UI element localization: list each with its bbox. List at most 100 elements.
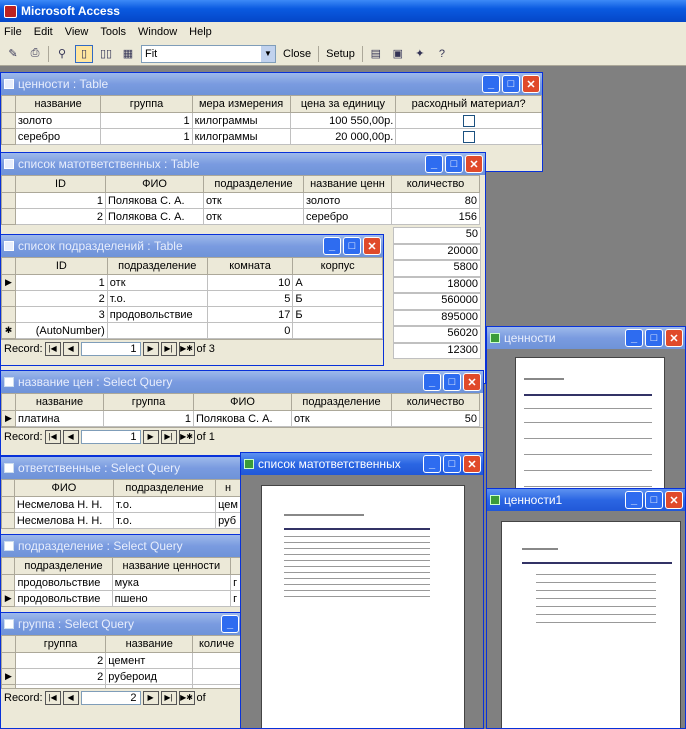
cell[interactable]: 1 — [15, 192, 106, 209]
cell[interactable]: серебро — [14, 128, 102, 145]
menu-help[interactable]: Help — [189, 26, 212, 38]
row-selector[interactable] — [1, 290, 16, 307]
one-page-icon[interactable]: ▯ — [75, 44, 93, 63]
cell[interactable]: продовольствие — [14, 590, 113, 607]
cell[interactable]: килограммы — [191, 112, 291, 129]
current-row-icon[interactable]: ▶ — [1, 274, 16, 291]
cell[interactable]: 2 — [14, 668, 107, 685]
print-icon[interactable]: ⎙ — [26, 45, 44, 63]
cell[interactable]: 1 — [103, 410, 194, 427]
cell[interactable]: 56020 — [393, 326, 481, 343]
window-title-bar[interactable]: подразделение : Select Query — [1, 535, 241, 557]
current-row-icon[interactable]: ▶ — [1, 590, 16, 607]
cell[interactable]: серебро — [303, 208, 392, 225]
close-icon[interactable]: ✕ — [363, 237, 381, 255]
column-header[interactable]: расходный материал? — [395, 95, 542, 113]
column-header[interactable]: ID — [14, 257, 108, 275]
report-page-preview[interactable] — [261, 485, 465, 728]
setup-button[interactable]: Setup — [323, 48, 358, 60]
column-header[interactable]: количество — [391, 175, 480, 193]
cell[interactable]: золото — [14, 112, 102, 129]
cell[interactable]: золото — [303, 192, 392, 209]
cell[interactable]: 18000 — [393, 276, 481, 293]
cell[interactable]: А — [292, 274, 383, 291]
row-selector[interactable] — [1, 393, 16, 411]
close-icon[interactable]: ✕ — [665, 329, 683, 347]
cell[interactable]: 17 — [206, 306, 294, 323]
row-selector[interactable] — [1, 95, 16, 113]
cell[interactable]: 1 — [100, 128, 193, 145]
row-selector[interactable] — [1, 257, 16, 275]
cell[interactable]: отк — [291, 410, 392, 427]
column-header[interactable]: ID — [15, 175, 106, 193]
column-header[interactable]: название — [14, 95, 102, 113]
cell[interactable]: Б — [292, 306, 383, 323]
row-selector[interactable] — [1, 635, 16, 653]
close-icon[interactable]: ✕ — [522, 75, 540, 93]
cell[interactable]: 2 — [14, 290, 108, 307]
window-title-bar[interactable]: группа : Select Query _ — [1, 613, 241, 635]
cell[interactable]: 20000 — [393, 243, 481, 260]
new-record-nav-icon[interactable]: ▶✱ — [178, 690, 195, 705]
column-header[interactable]: подразделение — [106, 257, 208, 275]
cell[interactable]: Полякова С. А. — [193, 410, 292, 427]
menu-tools[interactable]: Tools — [100, 26, 126, 38]
close-icon[interactable]: ✕ — [463, 455, 481, 473]
minimize-icon[interactable]: _ — [423, 373, 441, 391]
current-row-icon[interactable]: ▶ — [1, 410, 16, 427]
column-header[interactable]: название ценности — [111, 557, 232, 575]
column-header[interactable]: название — [105, 635, 194, 653]
cell[interactable]: Б — [292, 290, 383, 307]
design-view-icon[interactable]: ✎ — [4, 45, 22, 63]
close-button[interactable]: Close — [280, 48, 314, 60]
maximize-icon[interactable]: □ — [645, 491, 663, 509]
cell[interactable] — [106, 322, 208, 339]
column-header[interactable]: группа — [100, 95, 193, 113]
close-icon[interactable]: ✕ — [465, 155, 483, 173]
help-icon[interactable]: ? — [433, 45, 451, 63]
row-selector[interactable] — [1, 112, 16, 129]
cell[interactable]: Полякова С. А. — [105, 192, 204, 209]
cell[interactable]: Несмелова Н. Н. — [13, 496, 114, 513]
column-header[interactable]: корпус — [292, 257, 383, 275]
row-selector[interactable] — [1, 208, 16, 225]
column-header[interactable]: количество — [391, 393, 480, 411]
maximize-icon[interactable]: □ — [343, 237, 361, 255]
record-number-input[interactable]: 2 — [80, 690, 141, 705]
row-selector[interactable] — [1, 652, 16, 669]
cell[interactable]: 0 — [206, 322, 294, 339]
zoom-select[interactable]: Fit ▼ — [141, 44, 276, 63]
cell[interactable]: 5800 — [393, 260, 481, 277]
column-header[interactable]: подразделение — [14, 557, 113, 575]
cell[interactable]: 80 — [391, 192, 480, 209]
cell[interactable]: цем — [215, 496, 241, 513]
window-title-bar[interactable]: список матответственных : Table _ □ ✕ — [1, 153, 485, 175]
row-selector[interactable] — [1, 128, 16, 145]
cell[interactable] — [292, 322, 383, 339]
cell[interactable]: 50 — [391, 410, 480, 427]
cell[interactable]: Несмелова Н. Н. — [13, 512, 114, 529]
menu-view[interactable]: View — [65, 26, 89, 38]
column-header[interactable]: мера измерения — [191, 95, 291, 113]
office-links-icon[interactable]: ▤ — [367, 45, 385, 63]
column-header[interactable]: группа — [103, 393, 194, 411]
column-header[interactable]: название — [15, 393, 104, 411]
maximize-icon[interactable]: □ — [443, 373, 461, 391]
maximize-icon[interactable]: □ — [445, 155, 463, 173]
cell[interactable]: 2 — [15, 208, 106, 225]
window-title-bar[interactable]: ценности1 _ □ ✕ — [487, 489, 685, 511]
row-selector[interactable] — [1, 479, 15, 497]
cell[interactable]: г — [230, 590, 241, 607]
cell[interactable]: г — [230, 574, 241, 591]
next-record-icon[interactable]: ▶ — [142, 690, 159, 705]
cell[interactable]: 156 — [391, 208, 480, 225]
next-record-icon[interactable]: ▶ — [142, 429, 159, 444]
cell[interactable]: отк — [203, 208, 304, 225]
minimize-icon[interactable]: _ — [625, 329, 643, 347]
last-record-icon[interactable]: ▶| — [160, 690, 177, 705]
cell[interactable]: 895000 — [393, 309, 481, 326]
cell[interactable]: 1 — [100, 112, 193, 129]
column-header[interactable]: ФИО — [13, 479, 114, 497]
cell[interactable]: 1 — [14, 274, 108, 291]
cell[interactable]: руб — [215, 512, 241, 529]
